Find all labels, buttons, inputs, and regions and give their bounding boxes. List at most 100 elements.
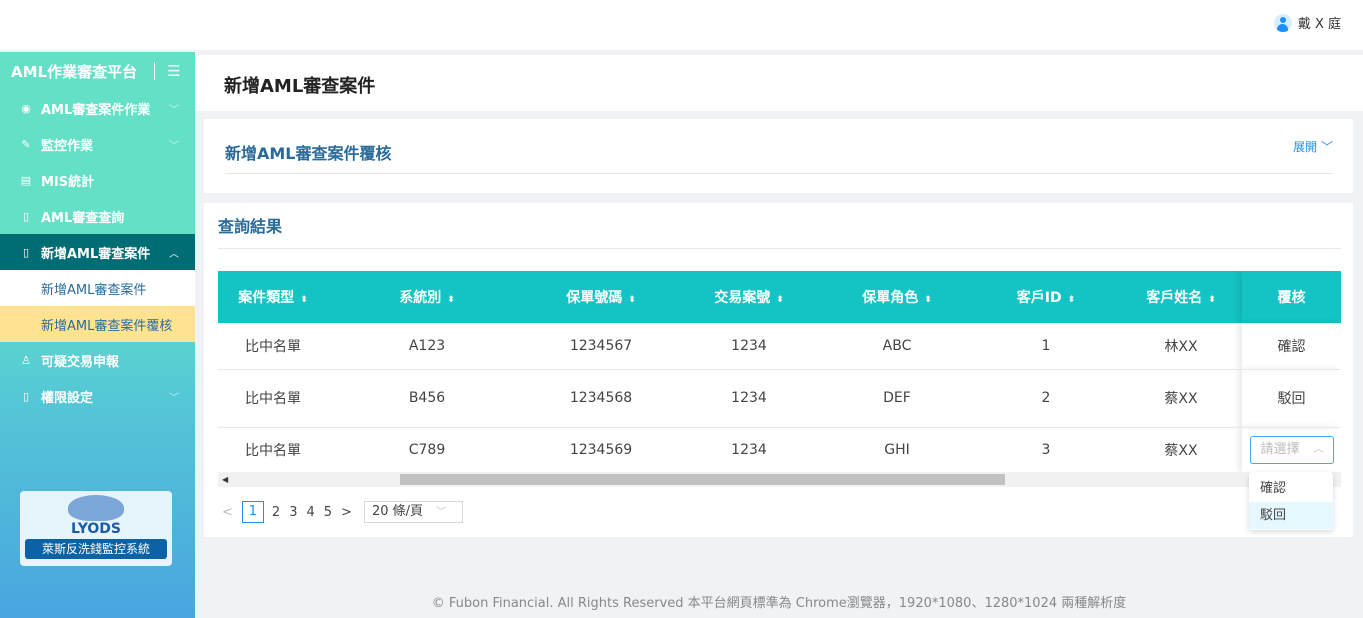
list-icon: ▤ (20, 173, 32, 187)
logo-caption: 萊斯反洗錢監控系統 (25, 539, 167, 559)
results-card: 查詢結果 案件類型 ⬍ 系統別 ⬍ 保單號碼 ⬍ 交易案號 ⬍ 保單角色 ⬍ 客戶ID ⬍ … (204, 203, 1353, 537)
cell: 1234 (676, 369, 822, 428)
sort-icon: ⬍ (924, 295, 932, 305)
menu-collapse-icon[interactable]: ☰ (167, 62, 180, 80)
footer: © Fubon Financial. All Rights Reserved 本… (431, 596, 1127, 611)
user-name: 戴 X 庭 (1297, 17, 1341, 32)
table-row: 比中名單 B456 1234568 1234 DEF 2 蔡XX 駁回 (218, 369, 1341, 428)
chevron-down-icon: ﹀ (169, 140, 179, 152)
cell: 蔡XX (1120, 369, 1242, 428)
chevron-down-icon: ﹀ (1320, 140, 1333, 154)
user-menu[interactable]: 戴 X 庭 (1273, 13, 1341, 32)
sidebar-item-label: MIS統計 (41, 174, 95, 190)
sidebar: AML作業審查平台 ☰ ◉ AML審查案件作業 ﹀ ✎ 監控作業 ﹀ ▤ MIS統計 ▯ A… (0, 52, 195, 618)
scroll-left-arrow-icon[interactable]: ◀ (222, 472, 228, 487)
sidebar-item-mis[interactable]: ▤ MIS統計 (0, 162, 195, 198)
sidebar-item-label: 新增AML審查案件 (41, 246, 151, 262)
expand-label: 展開 (1293, 140, 1318, 154)
cell: DEF (822, 369, 972, 428)
results-title: 查詢結果 (218, 217, 283, 236)
cell: 林XX (1120, 323, 1242, 370)
sort-icon: ⬍ (1208, 295, 1216, 305)
cell: 1234567 (526, 323, 676, 370)
sidebar-item-label: 可疑交易申報 (41, 354, 120, 370)
review-select[interactable]: 請選擇 ︿ (1249, 436, 1334, 465)
sidebar-item-add-aml-case[interactable]: ▯ 新增AML審查案件 ︿ (0, 234, 195, 270)
col-header[interactable]: 保單角色 ⬍ (822, 271, 972, 323)
cell: 2 (972, 369, 1120, 428)
sidebar-item-monitor[interactable]: ✎ 監控作業 ﹀ (0, 126, 195, 162)
sort-icon: ⬍ (776, 295, 784, 305)
brand: AML作業審查平台 ☰ (0, 52, 195, 90)
cell: 1234568 (526, 369, 676, 428)
page-1[interactable]: 1 (241, 501, 264, 523)
search-card-title: 新增AML審查案件覆核 (225, 144, 392, 163)
prev-page-icon[interactable]: < (222, 505, 233, 520)
review-cell: 請選擇 ︿ (1242, 427, 1341, 472)
divider (225, 173, 1333, 174)
sidebar-item-permissions[interactable]: ▯ 權限設定 ﹀ (0, 378, 195, 414)
sidebar-item-label: 監控作業 (41, 138, 94, 154)
sort-icon: ⬍ (628, 295, 636, 305)
review-cell: 駁回 (1242, 369, 1341, 428)
col-header[interactable]: 交易案號 ⬍ (676, 271, 822, 323)
chevron-down-icon: ﹀ (436, 507, 447, 518)
cell: A123 (328, 323, 526, 370)
top-bar: 戴 X 庭 (0, 0, 1363, 50)
sidebar-item-label: AML審查查詢 (41, 210, 125, 226)
col-header[interactable]: 系統別 ⬍ (328, 271, 526, 323)
tree-icon (68, 495, 124, 521)
cell: 1234 (731, 442, 767, 459)
col-header: 覆核 (1242, 271, 1341, 323)
table-header: 案件類型 ⬍ 系統別 ⬍ 保單號碼 ⬍ 交易案號 ⬍ 保單角色 ⬍ 客戶ID ⬍ 客戶姓名 ⬍… (218, 271, 1341, 323)
divider (154, 62, 156, 80)
page-4[interactable]: 4 (306, 505, 314, 520)
sort-icon: ⬍ (300, 295, 308, 305)
scrollbar-thumb[interactable] (400, 474, 1005, 485)
cell: 3 (1041, 442, 1051, 459)
table-row: 比中名單 A123 1234567 1234 ABC 1 林XX 確認 (218, 323, 1341, 370)
logo-word: LYODS (71, 521, 121, 537)
col-header[interactable]: 案件類型 ⬍ (218, 271, 328, 323)
eye-icon: ◉ (21, 101, 31, 115)
col-header[interactable]: 客戶姓名 ⬍ (1120, 271, 1242, 323)
chevron-up-icon: ︿ (169, 248, 179, 260)
file-add-icon: ▯ (22, 245, 30, 259)
brand-title: AML作業審查平台 (11, 62, 138, 81)
horizontal-scrollbar[interactable]: ◀ (218, 472, 1341, 487)
col-header[interactable]: 保單號碼 ⬍ (526, 271, 676, 323)
cell: ABC (822, 323, 972, 370)
table-row: 比中名單 C789 1234569 1234 GHI 3 蔡XX 請選擇 ︿ (218, 427, 1341, 472)
chevron-down-icon: ﹀ (169, 104, 179, 116)
sidebar-item-aml-query[interactable]: ▯ AML審查查詢 (0, 198, 195, 234)
sidebar-subitem-add-case[interactable]: 新增AML審查案件 (0, 270, 195, 306)
chevron-down-icon: ﹀ (169, 392, 179, 404)
sidebar-item-suspicious-report[interactable]: ♙ 可疑交易申報 (0, 342, 195, 378)
divider (218, 248, 1341, 249)
option-reject[interactable]: 駁回 (1249, 502, 1333, 529)
next-page-icon[interactable]: > (341, 505, 352, 520)
sort-icon: ⬍ (1067, 295, 1076, 305)
file-search-icon: ▯ (22, 209, 30, 223)
sidebar-item-aml-case-work[interactable]: ◉ AML審查案件作業 ﹀ (0, 90, 195, 126)
page-3[interactable]: 3 (289, 505, 297, 520)
sidebar-item-label: 權限設定 (41, 390, 94, 406)
cell: 比中名單 (218, 323, 328, 370)
col-header[interactable]: 客戶ID ⬍ (972, 271, 1120, 323)
page-title: 新增AML審查案件 (195, 55, 1363, 111)
review-dropdown: 確認 駁回 (1249, 472, 1333, 530)
cell: B456 (328, 369, 526, 428)
review-cell: 確認 (1242, 323, 1341, 370)
user-avatar-icon (1273, 13, 1292, 32)
cell: 1 (972, 323, 1120, 370)
cell: GHI (884, 442, 910, 459)
option-confirm[interactable]: 確認 (1249, 475, 1333, 502)
page-2[interactable]: 2 (272, 505, 280, 520)
sidebar-subitem-add-case-review[interactable]: 新增AML審查案件覆核 (0, 306, 195, 342)
expand-button[interactable]: 展開 ﹀ (1293, 138, 1333, 155)
results-table: 案件類型 ⬍ 系統別 ⬍ 保單號碼 ⬍ 交易案號 ⬍ 保單角色 ⬍ 客戶ID ⬍ 客戶姓名 ⬍… (218, 271, 1341, 472)
lyods-logo: LYODS 萊斯反洗錢監控系統 (20, 491, 172, 566)
page-5[interactable]: 5 (324, 505, 332, 520)
cell: 比中名單 (218, 369, 328, 428)
page-size-select[interactable]: 20 條/頁 ﹀ (363, 501, 464, 523)
